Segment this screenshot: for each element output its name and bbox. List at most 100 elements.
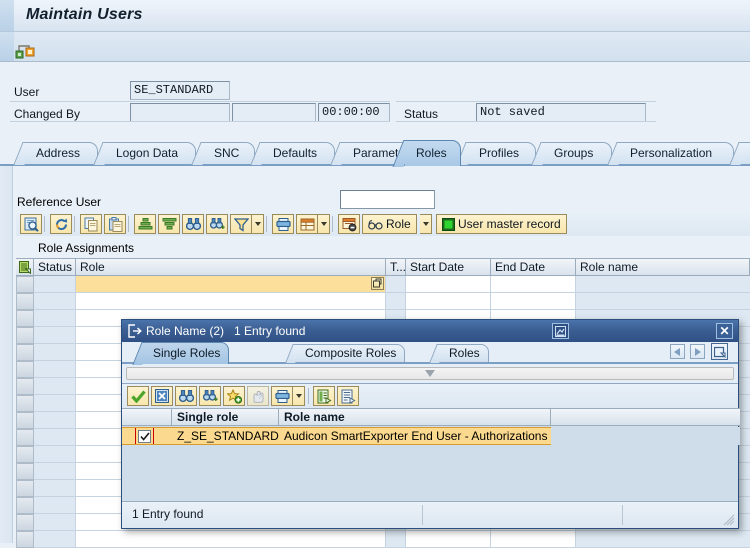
- display-details-button[interactable]: [20, 214, 42, 234]
- help-button[interactable]: ?: [247, 386, 269, 406]
- changed-on-field[interactable]: [232, 103, 316, 122]
- layout-dropdown-button[interactable]: [318, 214, 330, 234]
- changed-by-field[interactable]: [130, 103, 230, 122]
- table-row[interactable]: [34, 514, 76, 531]
- table-row[interactable]: [386, 293, 406, 310]
- find-next-button[interactable]: [206, 214, 228, 234]
- tab-address[interactable]: Address: [24, 142, 98, 164]
- reference-user-input[interactable]: [340, 190, 435, 209]
- row-select-handle[interactable]: [16, 463, 34, 480]
- role-name-header[interactable]: Role name: [279, 408, 551, 426]
- single-role-header[interactable]: Single role: [172, 408, 279, 426]
- start-date-header[interactable]: Start Date: [406, 258, 491, 276]
- row-select-handle[interactable]: [16, 361, 34, 378]
- table-row[interactable]: [576, 276, 750, 293]
- row-select-handle[interactable]: [16, 480, 34, 497]
- confirm-button[interactable]: [127, 386, 149, 406]
- table-row[interactable]: [34, 412, 76, 429]
- row-select-handle[interactable]: [16, 327, 34, 344]
- end-date-header[interactable]: End Date: [491, 258, 576, 276]
- role-header[interactable]: Role: [76, 258, 386, 276]
- dialog-tab-single-roles[interactable]: Single Roles: [142, 342, 229, 364]
- table-row[interactable]: [34, 429, 76, 446]
- dialog-splitter-bar[interactable]: [126, 367, 734, 380]
- role-dropdown-button[interactable]: [420, 214, 432, 234]
- row-checkbox[interactable]: [138, 430, 151, 443]
- table-row[interactable]: [34, 293, 76, 310]
- cancel-button[interactable]: [151, 386, 173, 406]
- table-row[interactable]: [34, 310, 76, 327]
- row-select-handle[interactable]: [16, 514, 34, 531]
- tab-profiles[interactable]: Profiles: [467, 142, 536, 164]
- tab-personalization[interactable]: Personalization: [618, 142, 734, 164]
- dialog-tab-composite-roles[interactable]: Composite Roles: [294, 344, 405, 362]
- tab-list-button[interactable]: [711, 343, 728, 360]
- refresh-button[interactable]: [50, 214, 72, 234]
- restore-icon[interactable]: [552, 323, 569, 339]
- dialog-tab-roles[interactable]: Roles: [438, 344, 489, 362]
- row-select-handle[interactable]: [16, 497, 34, 514]
- table-row-marker[interactable]: [122, 427, 172, 445]
- changed-time-field[interactable]: 00:00:00: [318, 103, 390, 122]
- table-row[interactable]: Audicon SmartExporter End User - Authori…: [279, 427, 551, 445]
- table-row[interactable]: Z_SE_STANDARD: [172, 427, 279, 445]
- print-dropdown-button[interactable]: [293, 386, 305, 406]
- type-header[interactable]: T...: [386, 258, 406, 276]
- resize-grip-icon[interactable]: [723, 514, 735, 526]
- find-button[interactable]: [175, 386, 197, 406]
- role-input-cell[interactable]: [76, 531, 386, 548]
- all-entries-button[interactable]: [337, 386, 359, 406]
- select-all-header[interactable]: [16, 258, 34, 276]
- table-row[interactable]: [34, 276, 76, 293]
- table-row[interactable]: [34, 378, 76, 395]
- tab-snc[interactable]: SNC: [202, 142, 255, 164]
- table-row[interactable]: [491, 531, 576, 548]
- tab-lic-data[interactable]: Lic. Da: [740, 142, 750, 164]
- row-select-handle[interactable]: [16, 310, 34, 327]
- table-row[interactable]: [34, 480, 76, 497]
- table-row[interactable]: [491, 276, 576, 293]
- table-row[interactable]: [406, 531, 491, 548]
- row-select-handle[interactable]: [16, 378, 34, 395]
- tab-defaults[interactable]: Defaults: [261, 142, 335, 164]
- add-favorite-button[interactable]: [223, 386, 245, 406]
- sort-ascending-button[interactable]: [134, 214, 156, 234]
- next-tab-button[interactable]: [690, 344, 705, 359]
- dialog-close-button[interactable]: ✕: [716, 323, 733, 339]
- status-header[interactable]: Status: [34, 258, 76, 276]
- user-field[interactable]: SE_STANDARD: [130, 81, 230, 100]
- table-row[interactable]: [576, 531, 750, 548]
- table-row[interactable]: [406, 276, 491, 293]
- table-row[interactable]: [406, 293, 491, 310]
- paste-button[interactable]: [104, 214, 126, 234]
- table-row[interactable]: [34, 344, 76, 361]
- table-row[interactable]: [34, 497, 76, 514]
- role-input-cell[interactable]: [76, 276, 386, 293]
- row-select-handle[interactable]: [16, 395, 34, 412]
- table-row[interactable]: [34, 327, 76, 344]
- row-select-handle[interactable]: [16, 293, 34, 310]
- table-row[interactable]: [34, 395, 76, 412]
- find-button[interactable]: [182, 214, 204, 234]
- role-button[interactable]: Role: [362, 214, 417, 234]
- print-button[interactable]: [272, 214, 294, 234]
- table-row[interactable]: [386, 276, 406, 293]
- table-row[interactable]: [34, 531, 76, 548]
- row-select-handle[interactable]: [16, 531, 34, 548]
- table-row[interactable]: [491, 293, 576, 310]
- print-button[interactable]: [271, 386, 293, 406]
- role-name-header[interactable]: Role name: [576, 258, 750, 276]
- tab-logon-data[interactable]: Logon Data: [104, 142, 196, 164]
- filter-button[interactable]: [230, 214, 252, 234]
- table-row[interactable]: [576, 293, 750, 310]
- layout-button[interactable]: [296, 214, 318, 234]
- personal-list-button[interactable]: [313, 386, 335, 406]
- tab-groups[interactable]: Groups: [542, 142, 612, 164]
- find-next-button[interactable]: [199, 386, 221, 406]
- table-row[interactable]: [34, 463, 76, 480]
- table-row[interactable]: [386, 531, 406, 548]
- copy-button[interactable]: [80, 214, 102, 234]
- row-select-handle[interactable]: [16, 412, 34, 429]
- user-master-record-button[interactable]: User master record: [436, 214, 567, 234]
- tab-roles[interactable]: Roles: [404, 140, 461, 166]
